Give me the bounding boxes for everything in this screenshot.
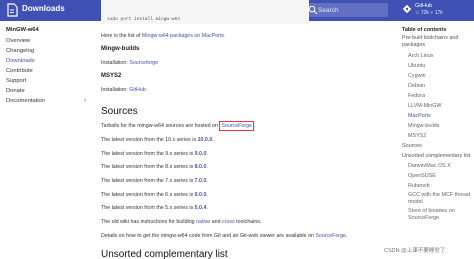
toc-item-mingw-builds[interactable]: Mingw-builds: [402, 121, 474, 131]
nav-item-documentation[interactable]: Documentation ›: [6, 96, 86, 106]
mingw-builds-heading: Mingw-builds: [101, 46, 140, 52]
mingw-builds-install: Installation: Sourceforge: [101, 60, 158, 66]
toc-item-macports[interactable]: MacPorts: [402, 111, 474, 121]
github-link-msys2[interactable]: GitHub: [129, 87, 146, 93]
code-block: sudo port install mingw-w64: [101, 0, 309, 24]
version-link[interactable]: 8.0.0: [195, 164, 207, 170]
github-stats: ☆ 72k ⑂ 17k: [415, 10, 443, 16]
sourceforge-link-tarballs[interactable]: SourceForge: [219, 121, 254, 131]
toc-item-llvm-mingw[interactable]: LLVM-MinGW: [402, 101, 474, 111]
sourceforge-link-mingw-builds[interactable]: Sourceforge: [129, 60, 158, 66]
version-link[interactable]: 10.0.0: [198, 137, 213, 143]
unsorted-heading: Unsorted complementary list: [101, 249, 228, 259]
version-period: .: [212, 137, 214, 143]
version-link[interactable]: 6.0.0: [195, 192, 207, 198]
toc-title: Table of contents: [402, 27, 447, 33]
toc-item-fedora[interactable]: Fedora: [402, 91, 474, 101]
nav-item-changelog[interactable]: Changelog: [6, 46, 86, 56]
toc-item-prebuilt[interactable]: Pre-built toolchains and packages: [402, 35, 474, 49]
nav-item-downloads[interactable]: Downloads: [6, 56, 86, 66]
search-input[interactable]: [318, 4, 386, 16]
search-icon: [308, 5, 318, 15]
tarballs-period: .: [253, 123, 256, 129]
version-text: The latest version from the 8.x series i…: [101, 164, 195, 170]
details-period: .: [345, 233, 348, 239]
github-repo-link[interactable]: GitHub ☆ 72k ⑂ 17k: [400, 2, 470, 19]
msys2-heading: MSYS2: [101, 73, 122, 79]
version-line: The latest version from the 10.x series …: [101, 137, 214, 143]
version-period: .: [206, 151, 208, 157]
version-link[interactable]: 9.0.0: [195, 151, 207, 157]
old-wiki-paragraph: The old wiki has instructions for buildi…: [101, 219, 261, 225]
version-text: The latest version from the 10.x series …: [101, 137, 198, 143]
version-line: The latest version from the 7.x series i…: [101, 178, 208, 184]
toc-item-rubenvb[interactable]: Rubenvb: [402, 181, 474, 191]
version-line: The latest version from the 5.x series i…: [101, 205, 208, 211]
github-icon: [402, 4, 412, 14]
toc-item-store-binaries[interactable]: Store of binaries on SourceForge: [402, 208, 474, 222]
version-period: .: [206, 164, 208, 170]
version-line: The latest version from the 6.x series i…: [101, 192, 208, 198]
toc-item-darwin[interactable]: Darwin/Mac OS X: [402, 161, 474, 171]
nav-item-overview[interactable]: Overview: [6, 36, 86, 46]
tarballs-paragraph: Tarballs for the mingw-w64 sources are h…: [101, 121, 256, 131]
toc-item-arch-linux[interactable]: Arch Linux: [402, 51, 474, 61]
left-nav: MinGW-w64 Overview Changelog Downloads C…: [6, 27, 86, 106]
nav-item-donate[interactable]: Donate: [6, 86, 86, 96]
mingw-logo-icon[interactable]: [6, 3, 18, 17]
macports-paragraph: Here is the list of Mingw-w64 packages o…: [101, 33, 226, 39]
old-wiki-text: The old wiki has instructions for buildi…: [101, 219, 197, 225]
details-text: Details on how to get the mingw-w64 code…: [101, 233, 316, 239]
nav-item-documentation-label: Documentation: [6, 98, 45, 104]
and-text: and: [210, 219, 223, 225]
toc-item-msys2[interactable]: MSYS2: [402, 131, 474, 141]
old-wiki-end: toolchains.: [234, 219, 262, 225]
toc-item-sources[interactable]: Sources: [402, 141, 474, 151]
version-period: .: [206, 192, 208, 198]
code-line: sudo port install mingw-w64: [107, 17, 180, 22]
toc-item-debian[interactable]: Debian: [402, 81, 474, 91]
sourceforge-link-git[interactable]: SourceForge: [315, 233, 346, 239]
site-title: MinGW-w64: [6, 27, 39, 33]
search-box[interactable]: [303, 3, 388, 17]
table-of-contents: Table of contents Pre-built toolchains a…: [402, 27, 474, 224]
details-paragraph: Details on how to get the mingw-w64 code…: [101, 233, 347, 239]
version-text: The latest version from the 9.x series i…: [101, 151, 195, 157]
macports-period: .: [224, 33, 226, 39]
watermark: CSDN @上课不要睡觉了: [384, 248, 446, 254]
version-link[interactable]: 7.0.0: [195, 178, 207, 184]
install-label-1: Installation:: [101, 60, 130, 66]
version-text: The latest version from the 7.x series i…: [101, 178, 195, 184]
msys2-install: Installation: GitHub: [101, 87, 146, 93]
toc-item-opensuse[interactable]: OpenSUSE: [402, 171, 474, 181]
github-stars: ☆ 72k: [415, 10, 429, 16]
toc-item-unsorted[interactable]: Unsorted complementary list: [402, 151, 474, 161]
toc-item-ubuntu[interactable]: Ubuntu: [402, 61, 474, 71]
tarballs-text: Tarballs for the mingw-w64 sources are h…: [101, 123, 220, 129]
version-period: .: [206, 178, 208, 184]
github-name: GitHub: [415, 3, 433, 9]
version-link[interactable]: 5.0.4: [195, 205, 207, 211]
nav-item-support[interactable]: Support: [6, 76, 86, 86]
sources-heading: Sources: [101, 106, 138, 117]
version-period: .: [206, 205, 208, 211]
version-text: The latest version from the 5.x series i…: [101, 205, 195, 211]
version-line: The latest version from the 9.x series i…: [101, 151, 208, 157]
header-title: Downloads: [22, 4, 65, 13]
toc-item-cygwin[interactable]: Cygwin: [402, 71, 474, 81]
cross-link[interactable]: cross: [222, 219, 235, 225]
github-forks: ⑂ 17k: [430, 10, 443, 16]
chevron-right-icon: ›: [84, 98, 86, 104]
native-link[interactable]: native: [196, 219, 210, 225]
toc-item-gcc-mcf[interactable]: GCC with the MCF thread model: [402, 192, 474, 206]
version-line: The latest version from the 8.x series i…: [101, 164, 208, 170]
macports-text: Here is the list of: [101, 33, 142, 39]
macports-link[interactable]: Mingw-w64 packages on MacPorts: [142, 33, 224, 39]
version-text: The latest version from the 6.x series i…: [101, 192, 195, 198]
install-label-2: Installation:: [101, 87, 130, 93]
nav-item-contribute[interactable]: Contribute: [6, 66, 86, 76]
